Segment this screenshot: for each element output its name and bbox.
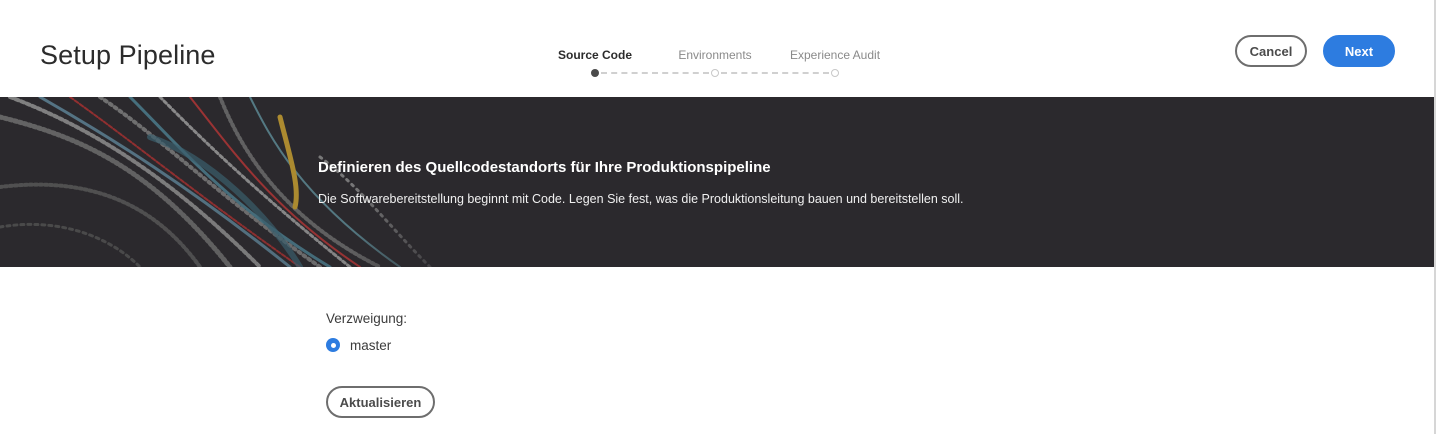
step-connector <box>601 72 709 74</box>
update-button[interactable]: Aktualisieren <box>326 386 435 418</box>
setup-pipeline-page: Setup Pipeline Source Code Environments … <box>0 0 1436 434</box>
next-button[interactable]: Next <box>1323 35 1395 67</box>
branch-option-label: master <box>350 337 392 353</box>
stepper: Source Code Environments Experience Audi… <box>540 48 900 82</box>
step-connector <box>721 72 829 74</box>
banner-title: Definieren des Quellcodestandorts für Ih… <box>318 159 771 176</box>
info-banner: Definieren des Quellcodestandorts für Ih… <box>0 97 1434 267</box>
step-source-code-dot <box>591 69 599 77</box>
banner-decorative-art <box>0 97 470 267</box>
page-title: Setup Pipeline <box>40 40 216 70</box>
step-environments-dot <box>711 69 719 77</box>
header: Setup Pipeline Source Code Environments … <box>0 0 1434 97</box>
branch-label: Verzweigung: <box>326 311 408 326</box>
cancel-button[interactable]: Cancel <box>1235 35 1307 67</box>
banner-subtitle: Die Softwarebereitstellung beginnt mit C… <box>318 192 964 206</box>
step-experience-audit-dot <box>831 69 839 77</box>
step-source-code-label: Source Code <box>557 48 633 62</box>
branch-option-master[interactable]: master <box>326 337 391 353</box>
radio-selected-icon[interactable] <box>326 338 340 352</box>
step-experience-audit-label: Experience Audit <box>789 48 881 62</box>
step-environments-label: Environments <box>678 48 752 62</box>
